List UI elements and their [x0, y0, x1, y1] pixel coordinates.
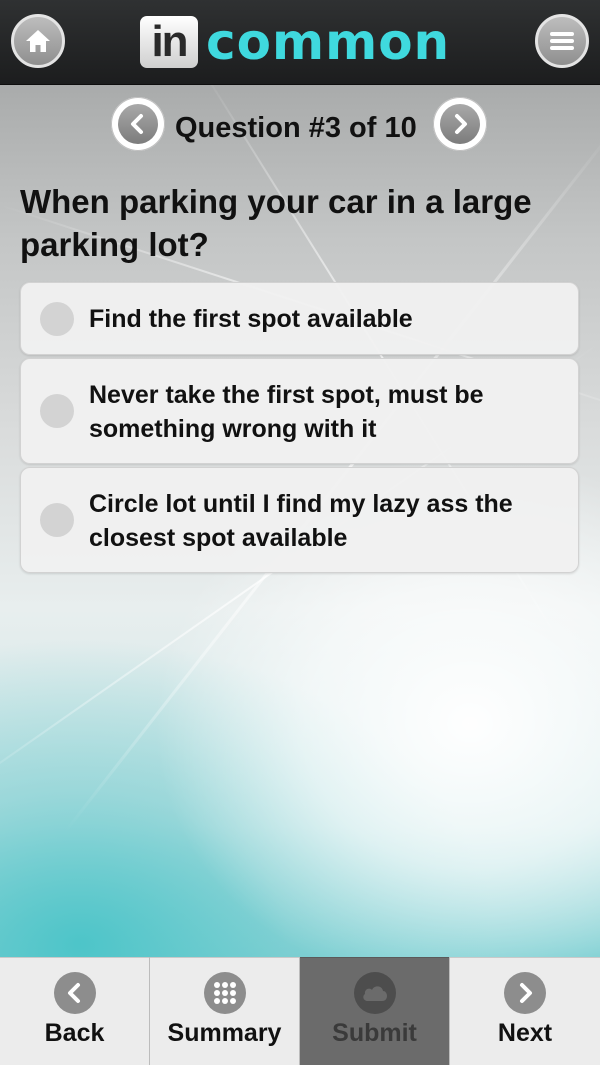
tab-summary[interactable]: Summary [150, 957, 299, 1065]
bottom-tab-bar: Back Summary Submit Next [0, 957, 600, 1065]
top-bar: in common [0, 0, 600, 85]
radio-button[interactable] [40, 503, 74, 537]
next-question-button[interactable] [433, 97, 487, 151]
answer-label: Find the first spot available [89, 305, 413, 333]
menu-icon [550, 32, 574, 50]
logo-mark-text: in [151, 17, 188, 66]
cloud-icon [362, 986, 387, 1001]
chevron-left-icon [67, 983, 80, 1003]
tab-back[interactable]: Back [0, 957, 149, 1065]
tab-next[interactable]: Next [450, 957, 600, 1065]
app-logo: in common [140, 14, 450, 70]
tab-label: Submit [332, 1019, 417, 1047]
radio-button[interactable] [40, 394, 74, 428]
question-counter: Question #3 of 10 [175, 112, 417, 144]
tab-label: Next [497, 1019, 553, 1047]
answer-label: Never take the first spot, must be somet… [89, 381, 484, 443]
home-icon [26, 30, 50, 52]
tab-label: Summary [167, 1019, 282, 1047]
logo-wordmark: common [206, 13, 451, 71]
previous-button-inner [118, 104, 158, 144]
logo-mark: in [140, 16, 198, 68]
menu-button[interactable] [535, 14, 589, 68]
radio-button[interactable] [40, 302, 74, 336]
answer-option[interactable]: Never take the first spot, must be somet… [20, 358, 579, 464]
chevron-left-icon [131, 114, 143, 134]
next-icon-circle [504, 972, 546, 1014]
submit-icon-circle [353, 972, 396, 1014]
chevron-right-icon [455, 114, 467, 134]
tab-label: Back [44, 1019, 105, 1047]
next-button-inner [440, 104, 480, 144]
grid-icon [213, 982, 236, 1004]
answer-option[interactable]: Find the first spot available [20, 282, 579, 355]
summary-icon-circle [203, 972, 246, 1014]
chevron-right-icon [520, 983, 532, 1003]
answer-label: Circle lot until I find my lazy ass the … [89, 490, 513, 552]
answer-option[interactable]: Circle lot until I find my lazy ass the … [20, 467, 579, 573]
tab-submit[interactable]: Submit [300, 957, 449, 1065]
home-button[interactable] [11, 14, 65, 68]
back-icon-circle [53, 972, 96, 1014]
question-text: When parking your car in a large parking… [20, 183, 532, 263]
previous-question-button[interactable] [111, 97, 165, 151]
